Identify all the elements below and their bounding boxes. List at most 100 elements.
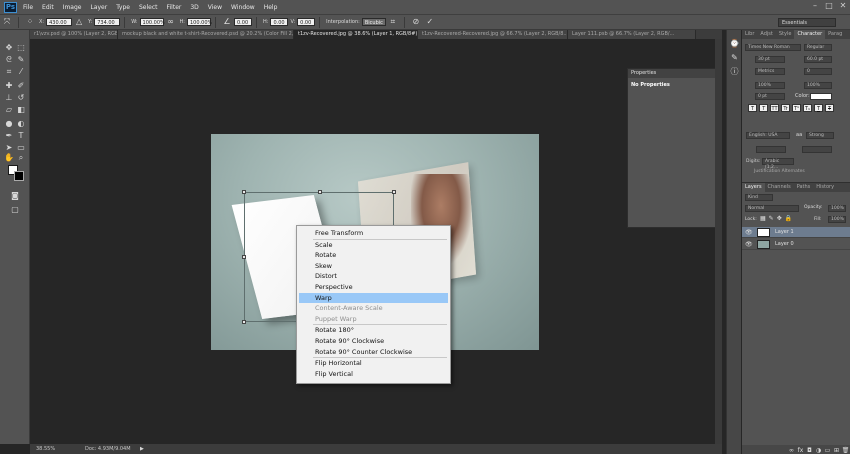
menu-scale[interactable]: Scale [299, 240, 448, 251]
brush-presets-icon[interactable]: ✎ [729, 52, 740, 63]
maximize-icon[interactable]: □ [824, 1, 834, 11]
cancel-transform-icon[interactable]: ⊘ [411, 17, 421, 27]
new-group-icon[interactable]: ▭ [823, 447, 832, 454]
menu-view[interactable]: View [208, 4, 222, 11]
tab-character[interactable]: Character [794, 30, 826, 39]
warp-mode-icon[interactable]: ⌗ [388, 17, 398, 27]
quick-mask-icon[interactable]: ◙ [9, 190, 21, 201]
menu-type[interactable]: Type [116, 4, 130, 11]
all-caps-button[interactable]: TT [770, 104, 779, 112]
strikethrough-button[interactable]: T [825, 104, 834, 112]
tab-layers[interactable]: Layers [742, 183, 765, 192]
layer-row[interactable]: 👁 Layer 1 [742, 227, 850, 238]
menu-filter[interactable]: Filter [167, 4, 182, 11]
pen-tool-icon[interactable]: ✒ [3, 130, 15, 141]
visibility-eye-icon[interactable]: 👁 [745, 227, 753, 238]
eraser-tool-icon[interactable]: ▱ [3, 104, 15, 115]
link-layers-icon[interactable]: ∞ [787, 447, 796, 454]
visibility-eye-icon[interactable]: 👁 [745, 239, 753, 250]
y-field[interactable]: 734.00 px [94, 18, 121, 34]
screen-mode-icon[interactable]: ▢ [9, 204, 21, 215]
small-caps-button[interactable]: Tr [781, 104, 790, 112]
history-brush-tool-icon[interactable]: ↺ [15, 92, 27, 103]
marquee-tool-icon[interactable]: ⬚ [15, 42, 27, 53]
layer-filter-select[interactable]: Kind [745, 194, 773, 201]
new-layer-icon[interactable]: ⊞ [832, 447, 841, 454]
background-color-swatch[interactable] [14, 171, 24, 181]
history-panel-icon[interactable]: ⌚ [729, 38, 740, 49]
antialias-select[interactable]: Strong [806, 132, 834, 139]
tab-document-1[interactable]: r1\vzv.psd @ 100% (Layer 2, RGB/8... [30, 30, 118, 39]
menu-rotate-90-cw[interactable]: Rotate 90° Clockwise [299, 336, 448, 347]
menu-perspective[interactable]: Perspective [299, 282, 448, 293]
status-menu-arrow-icon[interactable]: ▶ [140, 444, 144, 454]
menu-rotate-180[interactable]: Rotate 180° [299, 325, 448, 336]
healing-brush-tool-icon[interactable]: ✚ [3, 80, 15, 91]
tab-document-4[interactable]: t1zv-Recovered-Recovered.jpg @ 66.7% (La… [418, 30, 568, 39]
tab-document-active[interactable]: t1zv-Recovered.jpg @ 38.6% (Layer 1, RGB… [294, 30, 418, 39]
tab-document-5[interactable]: Layer 111.psb @ 66.7% (Layer 2, RGB/... [568, 30, 696, 39]
angle-field[interactable]: 0.00 [234, 18, 252, 26]
font-style-select[interactable]: Regular [804, 44, 832, 51]
width-field[interactable]: 100.00% [139, 18, 165, 26]
underline-button[interactable]: T [814, 104, 823, 112]
font-family-select[interactable]: Times New Roman [745, 44, 801, 51]
transform-handle[interactable] [242, 320, 246, 324]
tsume-field[interactable] [756, 146, 786, 153]
digits-select[interactable]: Arabic (1,2... [762, 158, 794, 170]
horizontal-scale-field[interactable]: 100% [804, 82, 832, 89]
v-skew-field[interactable]: 0.00 [297, 18, 316, 26]
relative-position-icon[interactable]: △ [74, 17, 84, 27]
reference-point-icon[interactable]: ⁘ [25, 17, 35, 27]
leading-field[interactable]: 60.0 pt [804, 56, 832, 63]
faux-bold-button[interactable]: T [748, 104, 757, 112]
menu-distort[interactable]: Distort [299, 271, 448, 282]
tab-libraries[interactable]: Libr [742, 30, 757, 39]
tracking-field[interactable]: 0 [804, 68, 832, 75]
blur-tool-icon[interactable]: ● [3, 118, 15, 129]
fill-field[interactable]: 100% [828, 216, 846, 223]
menu-help[interactable]: Help [264, 4, 278, 11]
zoom-tool-icon[interactable]: ⌕ [15, 152, 27, 163]
h-skew-field[interactable]: 0.00 [270, 18, 289, 26]
transform-handle[interactable] [392, 190, 396, 194]
eyedropper-tool-icon[interactable]: ⁄ [15, 66, 27, 77]
menu-window[interactable]: Window [231, 4, 255, 11]
height-field[interactable]: 100.00% [187, 18, 212, 26]
dodge-tool-icon[interactable]: ◐ [15, 118, 27, 129]
clone-stamp-tool-icon[interactable]: ⊥ [3, 92, 15, 103]
adjustment-layer-icon[interactable]: ◑ [814, 447, 823, 454]
commit-transform-icon[interactable]: ✓ [425, 17, 435, 27]
subscript-button[interactable]: T₁ [803, 104, 812, 112]
lock-icons[interactable]: ▦✎✥🔒 [760, 215, 795, 222]
tab-channels[interactable]: Channels [765, 183, 794, 192]
tab-history[interactable]: History [813, 183, 837, 192]
aki-field[interactable] [802, 146, 832, 153]
minimize-icon[interactable]: – [810, 1, 820, 11]
kerning-select[interactable]: Metrics [755, 68, 785, 75]
info-panel-icon[interactable]: ⓘ [729, 66, 740, 77]
opacity-field[interactable]: 100% [828, 205, 846, 212]
menu-warp[interactable]: Warp [299, 292, 448, 304]
justification-alternates-checkbox[interactable]: Justification Alternates [754, 169, 805, 174]
blend-mode-select[interactable]: Normal [745, 205, 799, 212]
baseline-shift-field[interactable]: 0 pt [755, 93, 785, 100]
menu-skew[interactable]: Skew [299, 261, 448, 272]
interpolation-select[interactable]: Bicubic [361, 18, 386, 26]
menu-rotate[interactable]: Rotate [299, 250, 448, 261]
add-mask-icon[interactable]: ◘ [805, 447, 814, 454]
layer-name[interactable]: Layer 0 [775, 239, 794, 250]
transform-handle[interactable] [242, 190, 246, 194]
layer-name[interactable]: Layer 1 [775, 227, 794, 238]
layer-row[interactable]: 👁 Layer 0 [742, 239, 850, 250]
close-icon[interactable]: ✕ [838, 1, 848, 11]
menu-layer[interactable]: Layer [90, 4, 107, 11]
brush-tool-icon[interactable]: ✐ [15, 80, 27, 91]
tab-document-2[interactable]: mockup black and white t-shirt-Recovered… [118, 30, 294, 39]
tab-paragraph[interactable]: Parag [825, 30, 845, 39]
language-select[interactable]: English: USA [746, 132, 790, 139]
text-color-swatch[interactable] [810, 93, 832, 100]
transform-handle[interactable] [242, 255, 246, 259]
x-field[interactable]: 430.00 px [46, 18, 73, 34]
vertical-scrollbar[interactable] [715, 39, 722, 444]
